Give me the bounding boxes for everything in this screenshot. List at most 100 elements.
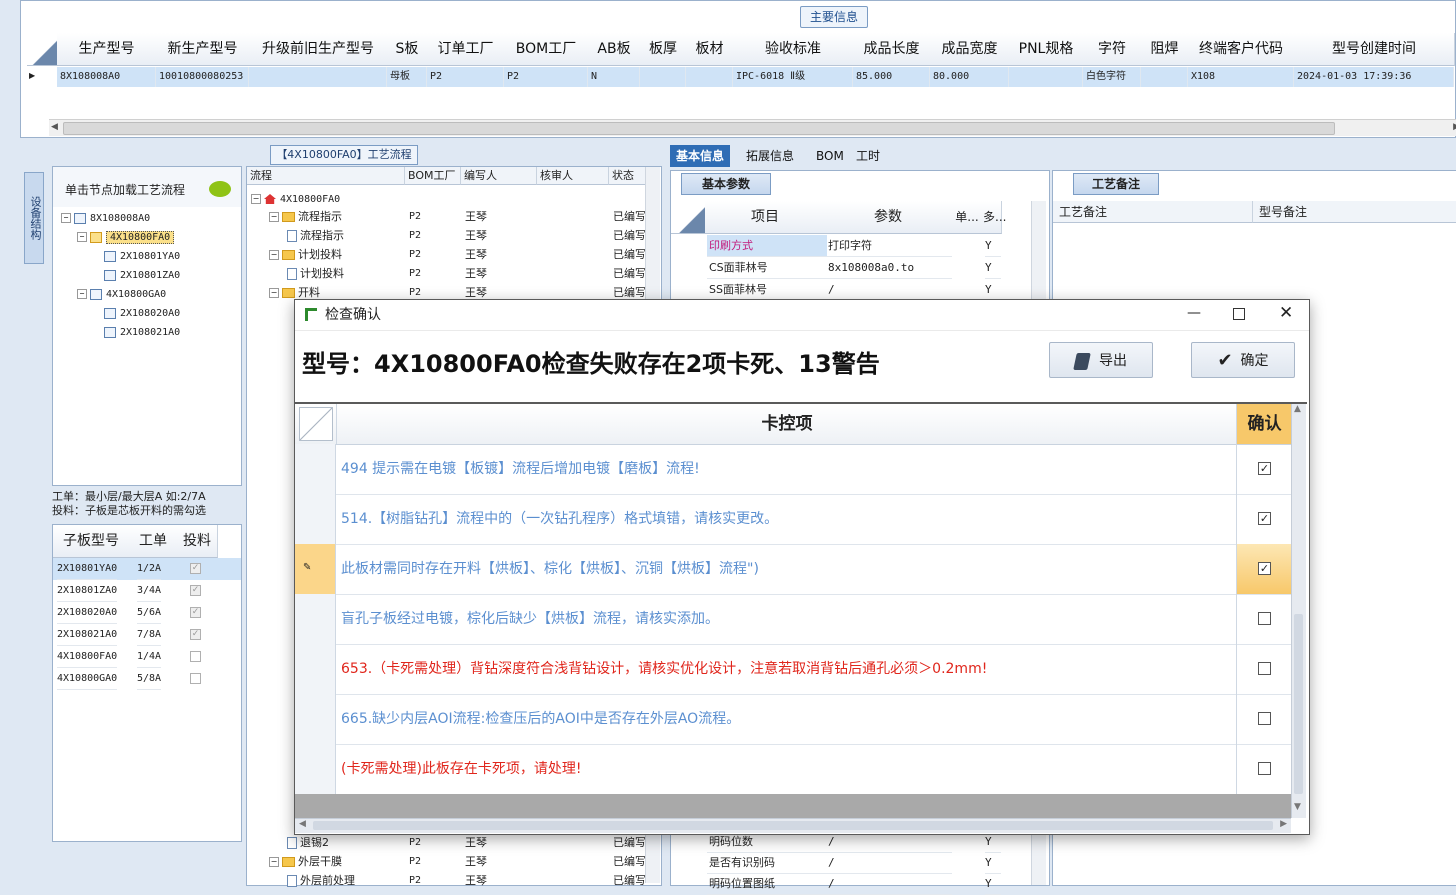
confirm-cell[interactable]: ✓ <box>1236 494 1292 544</box>
basic-row[interactable]: CS面菲林号 8x108008a0.to Y <box>671 257 1033 279</box>
confirm-cell[interactable] <box>1236 644 1292 694</box>
main-info-col-header[interactable]: 订单工厂 <box>427 33 505 66</box>
check-grid-vscroll-thumb[interactable] <box>1294 614 1303 794</box>
confirm-cell[interactable] <box>1236 694 1292 744</box>
export-button[interactable]: 导出 <box>1049 342 1153 378</box>
minimize-icon[interactable]: — <box>1187 305 1201 321</box>
scroll-left-icon[interactable]: ◀ <box>51 122 58 132</box>
confirm-cell[interactable] <box>1236 594 1292 644</box>
flow-row[interactable]: 退锡2 P2 王琴 已编写 <box>247 833 647 852</box>
main-info-col-header[interactable]: 型号创建时间 <box>1294 33 1455 66</box>
right-tab[interactable]: BOM <box>810 145 850 167</box>
main-info-col-header[interactable]: 验收标准 <box>733 33 854 66</box>
flow-row[interactable]: − 外层干膜 P2 王琴 已编写 <box>247 852 647 871</box>
scroll-down-icon[interactable]: ▼ <box>1294 802 1301 812</box>
main-info-col-header[interactable]: 成品长度 <box>853 33 931 66</box>
main-info-col-header[interactable]: 阻焊 <box>1141 33 1189 66</box>
confirm-column-header[interactable]: 确认 <box>1236 404 1292 444</box>
confirm-cell[interactable]: ✓ <box>1236 444 1292 494</box>
main-info-cell[interactable] <box>686 67 733 87</box>
check-item-column-header[interactable]: 卡控项 <box>336 404 1237 444</box>
basic-col-header[interactable]: 单... <box>951 201 984 234</box>
main-info-col-header[interactable]: 终端客户代码 <box>1188 33 1295 66</box>
sub-grid-row[interactable]: 2X108021A0 7/8A ✓ <box>53 624 241 646</box>
main-info-col-header[interactable]: 升级前旧生产型号 <box>249 33 388 66</box>
tree-node[interactable]: − 4X10800GA0 <box>77 287 166 303</box>
basic-row[interactable]: SS面菲林号 / Y <box>671 279 1033 301</box>
check-grid-hscrollbar[interactable]: ◀ ▶ <box>295 818 1291 833</box>
main-info-cell[interactable] <box>1141 67 1188 87</box>
remark-tab[interactable]: 工艺备注 <box>1073 173 1159 195</box>
basic-col-header[interactable]: 多... <box>983 201 1006 234</box>
tree-node[interactable]: 2X10801YA0 <box>93 249 180 265</box>
confirm-checkbox[interactable]: ✓ <box>1258 512 1271 525</box>
row-selector[interactable] <box>295 744 336 794</box>
flow-row[interactable]: 计划投料 P2 王琴 已编写 <box>247 264 647 283</box>
main-info-col-header[interactable]: 板材 <box>686 33 734 66</box>
check-item-row[interactable]: 494 提示需在电镀【板镀】流程后增加电镀【磨板】流程! ✓ <box>295 444 1291 495</box>
grid-corner[interactable] <box>27 33 58 66</box>
confirm-checkbox[interactable] <box>1258 662 1271 675</box>
main-info-hscroll-thumb[interactable] <box>63 122 1335 135</box>
tree-expander-icon[interactable]: − <box>269 250 279 260</box>
flow-row[interactable]: 流程指示 P2 王琴 已编写 <box>247 226 647 245</box>
main-info-cell[interactable]: 2024-01-03 17:39:36 <box>1294 67 1454 87</box>
basic-row[interactable]: 明码位置图纸 / Y <box>671 873 1033 895</box>
main-info-col-header[interactable]: 成品宽度 <box>930 33 1010 66</box>
tree-node[interactable]: 2X10801ZA0 <box>93 268 180 284</box>
main-info-col-header[interactable]: S板 <box>387 33 428 66</box>
check-item-row[interactable]: 665.缺少内层AOI流程:检查压后的AOI中是否存在外层AO流程。 <box>295 694 1291 745</box>
row-selector[interactable] <box>295 444 336 494</box>
sub-grid-row[interactable]: 2X10801YA0 1/2A ✓ <box>53 558 241 580</box>
confirm-checkbox[interactable] <box>1258 612 1271 625</box>
row-selector[interactable]: ✎ <box>295 544 336 594</box>
main-info-col-header[interactable]: BOM工厂 <box>504 33 589 66</box>
sub-grid-row[interactable]: 2X10801ZA0 3/4A ✓ <box>53 580 241 602</box>
main-info-cell[interactable]: P2 <box>427 67 504 87</box>
confirm-button[interactable]: ✔ 确定 <box>1191 342 1295 378</box>
scroll-up-icon[interactable]: ▲ <box>1294 404 1301 414</box>
sub-feed-checkbox[interactable]: ✓ <box>190 629 201 640</box>
main-info-col-header[interactable]: 字符 <box>1083 33 1142 66</box>
confirm-checkbox[interactable] <box>1258 762 1271 775</box>
flow-col-header[interactable]: BOM工厂 <box>405 167 461 185</box>
process-flow-tab[interactable]: 【4X10800FA0】工艺流程 <box>270 145 418 165</box>
row-selector[interactable] <box>295 494 336 544</box>
basic-col-header[interactable]: 参数 <box>825 201 952 234</box>
check-item-row[interactable]: (卡死需处理)此板存在卡死项，请处理! <box>295 744 1291 795</box>
main-info-cell[interactable]: 白色字符 <box>1083 67 1141 87</box>
scroll-right-icon[interactable]: ▶ <box>1280 819 1287 829</box>
tree-node[interactable]: − 8X108008A0 <box>61 211 150 227</box>
check-item-row[interactable]: 653.（卡死需处理）背钻深度符合浅背钻设计，请核实优化设计，注意若取消背钻后通… <box>295 644 1291 695</box>
main-info-cell[interactable] <box>249 67 387 87</box>
tree-node[interactable]: 2X108020A0 <box>93 306 180 322</box>
tree-expander-icon[interactable]: − <box>77 289 87 299</box>
sub-grid-row[interactable]: 4X10800GA0 5/8A <box>53 668 241 690</box>
row-selector[interactable] <box>295 694 336 744</box>
confirm-checkbox[interactable]: ✓ <box>1258 562 1271 575</box>
tree-expander-icon[interactable]: − <box>251 194 261 204</box>
check-item-row[interactable]: 514.【树脂钻孔】流程中的（一次钻孔程序）格式填错，请核实更改。 ✓ <box>295 494 1291 545</box>
confirm-cell[interactable]: ✓ <box>1236 544 1292 594</box>
flow-col-header[interactable]: 流程 <box>247 167 405 185</box>
sub-grid-row[interactable]: 4X10800FA0 1/4A <box>53 646 241 668</box>
tree-expander-icon[interactable]: − <box>269 212 279 222</box>
main-info-col-header[interactable]: PNL规格 <box>1009 33 1084 66</box>
flow-col-header[interactable]: 核审人 <box>537 167 609 185</box>
main-info-cell[interactable]: 80.000 <box>930 67 1009 87</box>
right-tab[interactable]: 工时 <box>850 145 886 167</box>
sub-feed-checkbox[interactable] <box>190 651 201 662</box>
close-icon[interactable]: ✕ <box>1279 303 1293 323</box>
main-info-col-header[interactable]: 生产型号 <box>57 33 157 66</box>
sub-feed-checkbox[interactable]: ✓ <box>190 563 201 574</box>
check-item-row[interactable]: 盲孔子板经过电镀，棕化后缺少【烘板】流程，请核实添加。 <box>295 594 1291 645</box>
confirm-cell[interactable] <box>1236 744 1292 794</box>
main-info-col-header[interactable]: 新生产型号 <box>156 33 250 66</box>
flow-row[interactable]: 外层前处理 P2 王琴 已编写 <box>247 871 647 890</box>
main-info-col-header[interactable]: AB板 <box>588 33 641 66</box>
main-info-cell[interactable]: N <box>588 67 640 87</box>
main-info-cell[interactable]: 母板 <box>387 67 427 87</box>
maximize-icon[interactable] <box>1233 308 1245 320</box>
main-info-col-header[interactable]: 板厚 <box>640 33 687 66</box>
check-item-row[interactable]: ✎ 此板材需同时存在开料【烘板】、棕化【烘板】、沉铜【烘板】流程") ✓ <box>295 544 1292 595</box>
